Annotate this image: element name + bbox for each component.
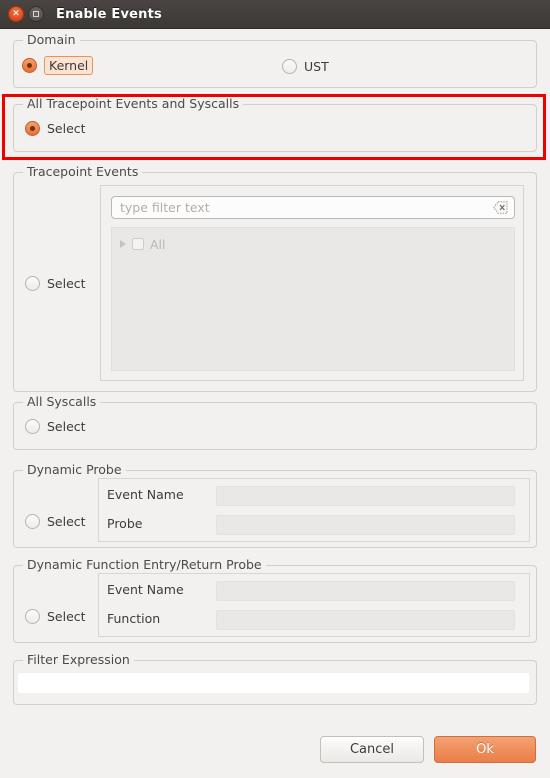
filter-expression-input[interactable]	[18, 673, 529, 693]
filter-input[interactable]: type filter text	[111, 196, 515, 219]
dynamic-function-probe-function-row: Function	[107, 611, 160, 626]
enable-events-dialog: ✕ Enable Events Domain Kernel UST All Tr…	[0, 0, 550, 778]
dynamic-function-probe-function-label: Function	[107, 611, 161, 626]
tracepoint-tree-panel: type filter text All	[100, 185, 524, 381]
dynamic-probe-probe-input[interactable]	[216, 515, 515, 535]
all-syscalls-group: All Syscalls Select	[13, 394, 537, 450]
filter-expression-legend: Filter Expression	[23, 652, 134, 667]
dynamic-probe-legend: Dynamic Probe	[23, 462, 126, 477]
dynamic-probe-event-name-input[interactable]	[216, 486, 515, 506]
all-tracepoints-legend: All Tracepoint Events and Syscalls	[23, 96, 244, 111]
dynamic-probe-event-name-row: Event Name	[107, 487, 184, 502]
domain-group: Domain Kernel UST	[13, 32, 537, 88]
radio-label-dynamic-function-probe: Select	[47, 609, 86, 624]
dynamic-function-probe-legend: Dynamic Function Entry/Return Probe	[23, 557, 266, 572]
radio-label-kernel: Kernel	[44, 56, 94, 75]
title-bar: ✕ Enable Events	[0, 0, 550, 29]
radio-label-ust: UST	[304, 59, 329, 74]
radio-label-tracepoint-events: Select	[47, 276, 86, 291]
radio-dot-dynamic-function-probe	[25, 609, 40, 624]
clear-icon[interactable]	[493, 201, 508, 215]
radio-dynamic-probe-select[interactable]: Select	[25, 514, 86, 529]
radio-label-all-syscalls: Select	[47, 419, 86, 434]
dynamic-probe-probe-row: Probe	[107, 516, 142, 531]
close-icon[interactable]: ✕	[8, 6, 24, 22]
radio-all-syscalls-select[interactable]: Select	[25, 419, 86, 434]
window-title: Enable Events	[56, 6, 162, 22]
radio-domain-ust[interactable]: UST	[282, 59, 329, 74]
radio-label-dynamic-probe: Select	[47, 514, 86, 529]
tracepoint-events-group: Tracepoint Events Select type filter tex…	[13, 164, 537, 392]
filter-placeholder: type filter text	[120, 200, 210, 215]
radio-dot-dynamic-probe	[25, 514, 40, 529]
radio-dynamic-function-probe-select[interactable]: Select	[25, 609, 86, 624]
tracepoint-events-legend: Tracepoint Events	[23, 164, 143, 179]
dynamic-probe-group: Dynamic Probe Select Event Name Probe	[13, 462, 537, 548]
dynamic-function-probe-fields-panel: Event Name Function	[98, 573, 530, 637]
filter-expression-group: Filter Expression	[13, 652, 537, 705]
radio-all-tracepoints-select[interactable]: Select	[25, 121, 86, 136]
all-syscalls-legend: All Syscalls	[23, 394, 101, 409]
tracepoint-tree[interactable]: All	[111, 227, 515, 371]
dynamic-function-probe-group: Dynamic Function Entry/Return Probe Sele…	[13, 557, 537, 643]
radio-dot-all-tracepoints	[25, 121, 40, 136]
radio-label-all-tracepoints: Select	[47, 121, 86, 136]
dynamic-function-probe-function-input[interactable]	[216, 610, 515, 630]
dynamic-probe-event-name-label: Event Name	[107, 487, 184, 502]
tree-checkbox-all[interactable]	[132, 238, 144, 250]
tree-label-all: All	[150, 236, 166, 252]
dynamic-probe-probe-label: Probe	[107, 516, 143, 531]
all-tracepoints-group: All Tracepoint Events and Syscalls Selec…	[13, 96, 537, 152]
radio-domain-kernel[interactable]: Kernel	[22, 56, 94, 75]
dynamic-function-probe-event-name-input[interactable]	[216, 581, 515, 601]
domain-legend: Domain	[23, 32, 80, 47]
chevron-right-icon[interactable]	[120, 240, 126, 248]
maximize-glyph	[33, 11, 39, 17]
cancel-button[interactable]: Cancel	[320, 736, 424, 763]
radio-dot-ust	[282, 59, 297, 74]
radio-dot-tracepoint-events	[25, 276, 40, 291]
ok-button[interactable]: Ok	[434, 736, 536, 763]
radio-dot-all-syscalls	[25, 419, 40, 434]
tree-item-all[interactable]: All	[112, 234, 514, 254]
dynamic-probe-fields-panel: Event Name Probe	[98, 478, 530, 542]
dynamic-function-probe-event-name-row: Event Name	[107, 582, 184, 597]
dynamic-function-probe-event-name-label: Event Name	[107, 582, 184, 597]
radio-tracepoint-events-select[interactable]: Select	[25, 276, 86, 291]
radio-dot-kernel	[22, 58, 37, 73]
maximize-icon[interactable]	[28, 6, 44, 22]
